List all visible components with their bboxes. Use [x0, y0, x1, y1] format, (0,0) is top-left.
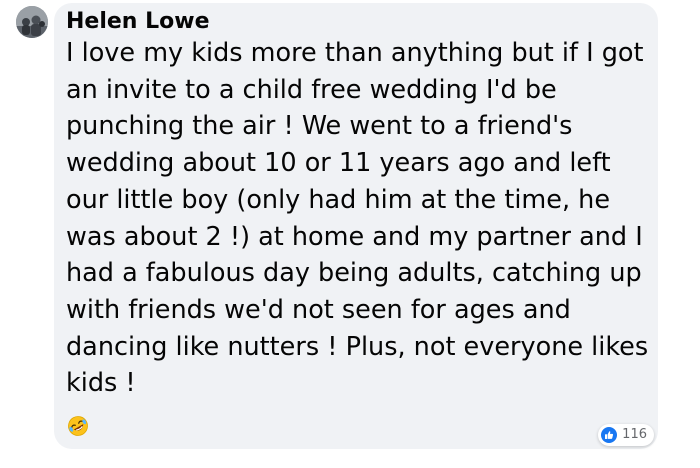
comment-text: I love my kids more than anything but if… — [66, 38, 649, 399]
reactions-summary[interactable]: 116 — [598, 424, 654, 446]
avatar[interactable] — [16, 6, 48, 38]
comment-author-name[interactable]: Helen Lowe — [66, 7, 210, 37]
reaction-count: 116 — [622, 427, 647, 442]
rolling-on-floor-laughing-emoji-icon — [67, 415, 89, 437]
profile-photo-icon — [16, 6, 48, 38]
comment-bubble: Helen Lowe I love my kids more than anyt… — [54, 3, 658, 449]
like-icon — [601, 427, 618, 443]
